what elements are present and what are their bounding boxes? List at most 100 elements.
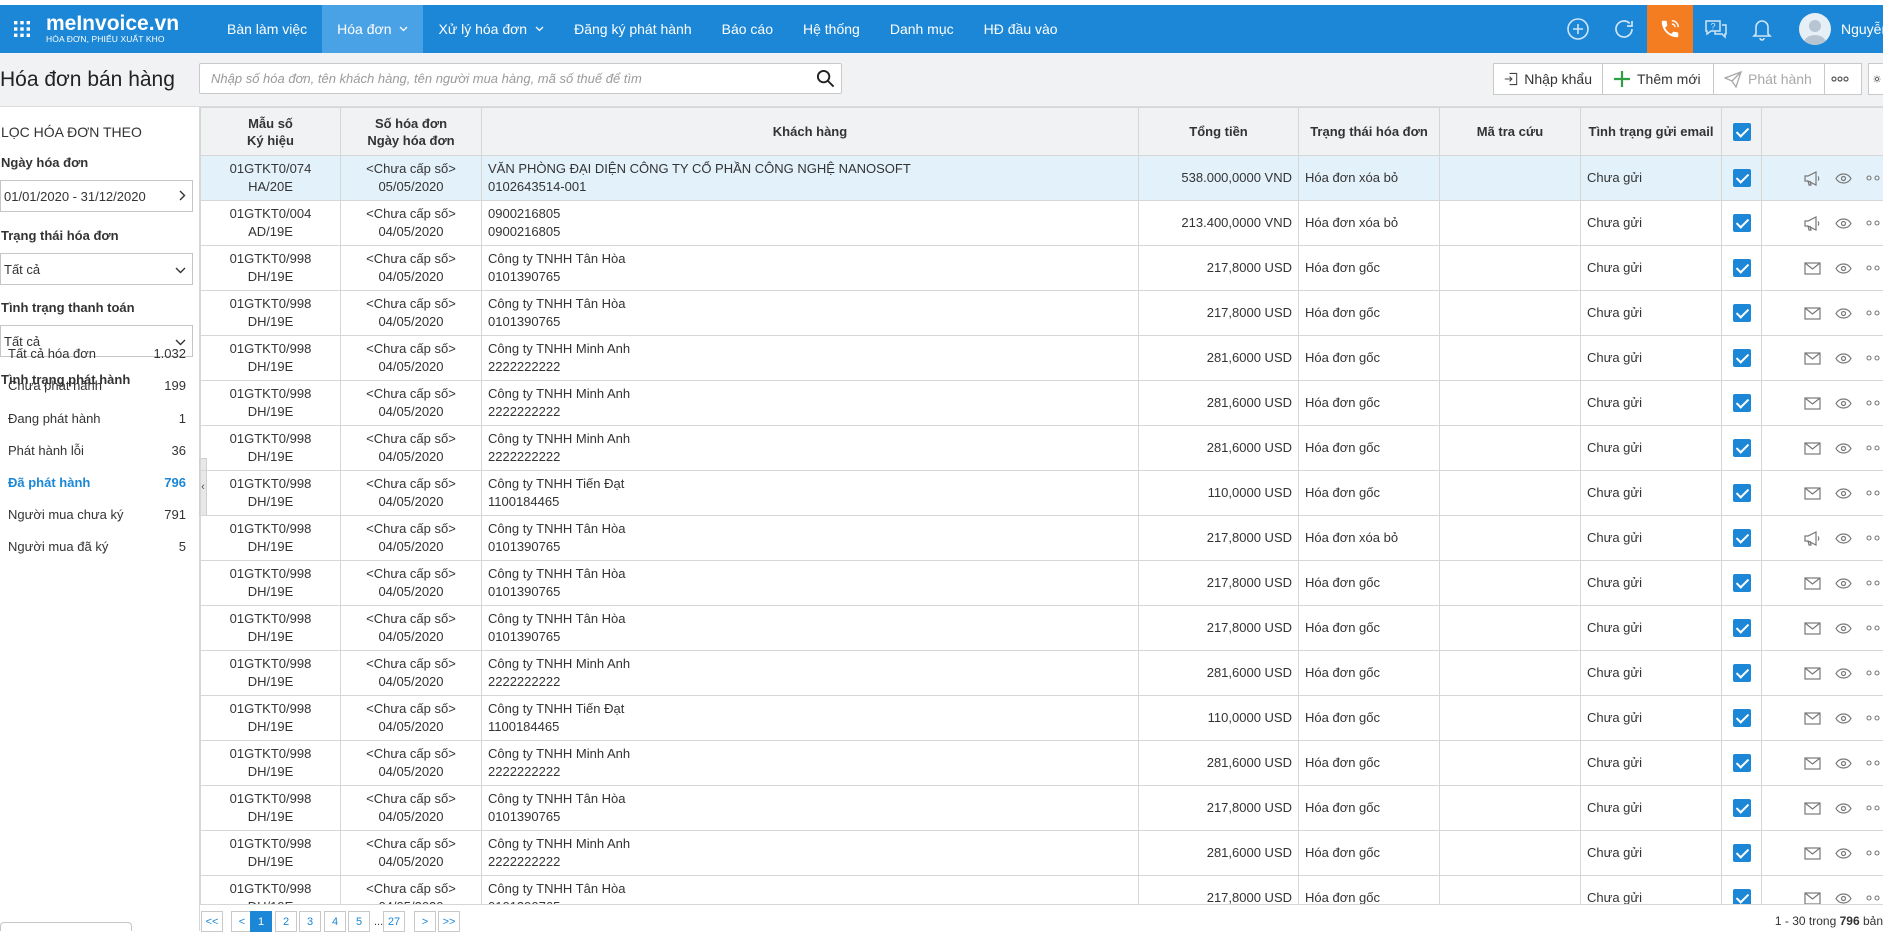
more-options-icon[interactable]	[1866, 715, 1880, 721]
menu-item[interactable]: Danh mục	[875, 5, 969, 53]
row-checkbox[interactable]	[1733, 574, 1751, 592]
megaphone-icon[interactable]	[1804, 531, 1821, 546]
col-form-series[interactable]: Mẫu sốKý hiệu	[201, 108, 341, 156]
menu-item[interactable]: Bàn làm việc	[212, 5, 322, 53]
invoice-status-select[interactable]: Tất cả	[0, 253, 193, 285]
view-eye-icon[interactable]	[1835, 848, 1852, 859]
view-eye-icon[interactable]	[1835, 398, 1852, 409]
view-eye-icon[interactable]	[1835, 668, 1852, 679]
table-row[interactable]: 01GTKT0/998DH/19E<Chưa cấp số>04/05/2020…	[201, 741, 1883, 786]
mail-icon[interactable]	[1804, 442, 1821, 455]
select-all-checkbox[interactable]	[1733, 123, 1751, 141]
row-checkbox[interactable]	[1733, 529, 1751, 547]
settings-button[interactable]	[1868, 63, 1883, 95]
view-eye-icon[interactable]	[1835, 308, 1852, 319]
cell-select[interactable]	[1722, 786, 1762, 831]
more-options-icon[interactable]	[1866, 400, 1880, 406]
table-row[interactable]: 01GTKT0/998DH/19E<Chưa cấp số>04/05/2020…	[201, 291, 1883, 336]
table-row[interactable]: 01GTKT0/004AD/19E<Chưa cấp số>04/05/2020…	[201, 201, 1883, 246]
menu-item[interactable]: Hóa đơn	[322, 5, 423, 53]
publish-button[interactable]: Phát hành	[1713, 63, 1825, 95]
cell-select[interactable]	[1722, 561, 1762, 606]
table-row[interactable]: 01GTKT0/998DH/19E<Chưa cấp số>04/05/2020…	[201, 561, 1883, 606]
view-eye-icon[interactable]	[1835, 263, 1852, 274]
mail-icon[interactable]	[1804, 757, 1821, 770]
mail-icon[interactable]	[1804, 487, 1821, 500]
menu-item[interactable]: Báo cáo	[707, 5, 788, 53]
mail-icon[interactable]	[1804, 802, 1821, 815]
col-invoice-status[interactable]: Trạng thái hóa đơn	[1299, 108, 1440, 156]
search-icon[interactable]	[816, 69, 835, 91]
cell-select[interactable]	[1722, 381, 1762, 426]
mail-icon[interactable]	[1804, 262, 1821, 275]
more-options-icon[interactable]	[1866, 490, 1880, 496]
row-checkbox[interactable]	[1733, 709, 1751, 727]
page-number-button[interactable]: 1	[250, 911, 272, 932]
more-options-icon[interactable]	[1866, 310, 1880, 316]
view-eye-icon[interactable]	[1835, 218, 1852, 229]
row-checkbox[interactable]	[1733, 799, 1751, 817]
cell-select[interactable]	[1722, 651, 1762, 696]
mail-icon[interactable]	[1804, 667, 1821, 680]
more-options-icon[interactable]	[1866, 760, 1880, 766]
col-customer[interactable]: Khách hàng	[482, 108, 1139, 156]
mail-icon[interactable]	[1804, 577, 1821, 590]
phone-icon[interactable]	[1647, 5, 1693, 53]
more-options-icon[interactable]	[1866, 850, 1880, 856]
more-options-icon[interactable]	[1866, 805, 1880, 811]
more-options-icon[interactable]	[1866, 895, 1880, 901]
date-range-picker[interactable]: 01/01/2020 - 31/12/2020	[0, 180, 193, 212]
mail-icon[interactable]	[1804, 622, 1821, 635]
menu-item[interactable]: Hệ thống	[788, 5, 875, 53]
view-eye-icon[interactable]	[1835, 758, 1852, 769]
cell-select[interactable]	[1722, 876, 1762, 905]
view-eye-icon[interactable]	[1835, 173, 1852, 184]
view-eye-icon[interactable]	[1835, 578, 1852, 589]
row-checkbox[interactable]	[1733, 889, 1751, 904]
more-options-icon[interactable]	[1866, 445, 1880, 451]
more-options-icon[interactable]	[1866, 220, 1880, 226]
last-page-button[interactable]: >>	[438, 911, 460, 932]
publish-filter-item[interactable]: Người mua chưa ký791	[8, 507, 186, 522]
page-number-button[interactable]: 4	[324, 911, 346, 932]
menu-item[interactable]: HĐ đầu vào	[969, 5, 1073, 53]
row-checkbox[interactable]	[1733, 439, 1751, 457]
more-options-icon[interactable]	[1866, 625, 1880, 631]
cell-select[interactable]	[1722, 516, 1762, 561]
refresh-icon[interactable]	[1601, 5, 1647, 53]
cell-select[interactable]	[1722, 246, 1762, 291]
view-eye-icon[interactable]	[1835, 893, 1852, 904]
table-row[interactable]: 01GTKT0/998DH/19E<Chưa cấp số>04/05/2020…	[201, 876, 1883, 905]
table-row[interactable]: 01GTKT0/998DH/19E<Chưa cấp số>04/05/2020…	[201, 786, 1883, 831]
row-checkbox[interactable]	[1733, 844, 1751, 862]
view-eye-icon[interactable]	[1835, 353, 1852, 364]
row-checkbox[interactable]	[1733, 394, 1751, 412]
add-circle-icon[interactable]	[1555, 5, 1601, 53]
page-number-button[interactable]: 2	[275, 911, 297, 932]
row-checkbox[interactable]	[1733, 484, 1751, 502]
table-row[interactable]: 01GTKT0/998DH/19E<Chưa cấp số>04/05/2020…	[201, 831, 1883, 876]
table-row[interactable]: 01GTKT0/998DH/19E<Chưa cấp số>04/05/2020…	[201, 426, 1883, 471]
more-options-icon[interactable]	[1866, 265, 1880, 271]
add-new-button[interactable]: Thêm mới	[1602, 63, 1714, 95]
notification-bell-icon[interactable]	[1739, 5, 1785, 53]
more-options-icon[interactable]	[1866, 670, 1880, 676]
row-checkbox[interactable]	[1733, 664, 1751, 682]
publish-filter-item[interactable]: Tất cả hóa đơn1.032	[8, 346, 186, 361]
user-avatar[interactable]	[1799, 13, 1831, 45]
row-checkbox[interactable]	[1733, 304, 1751, 322]
cell-select[interactable]	[1722, 831, 1762, 876]
user-name[interactable]: Nguyễn	[1841, 21, 1883, 37]
cell-select[interactable]	[1722, 336, 1762, 381]
mail-icon[interactable]	[1804, 892, 1821, 905]
cell-select[interactable]	[1722, 156, 1762, 201]
last-page-number-button[interactable]: 27	[383, 911, 405, 932]
import-button[interactable]: Nhập khẩu	[1493, 63, 1603, 95]
first-page-button[interactable]: <<	[201, 911, 223, 932]
mail-icon[interactable]	[1804, 712, 1821, 725]
view-eye-icon[interactable]	[1835, 623, 1852, 634]
more-options-icon[interactable]	[1866, 175, 1880, 181]
more-options-icon[interactable]	[1866, 535, 1880, 541]
table-row[interactable]: 01GTKT0/998DH/19E<Chưa cấp số>04/05/2020…	[201, 471, 1883, 516]
row-checkbox[interactable]	[1733, 754, 1751, 772]
